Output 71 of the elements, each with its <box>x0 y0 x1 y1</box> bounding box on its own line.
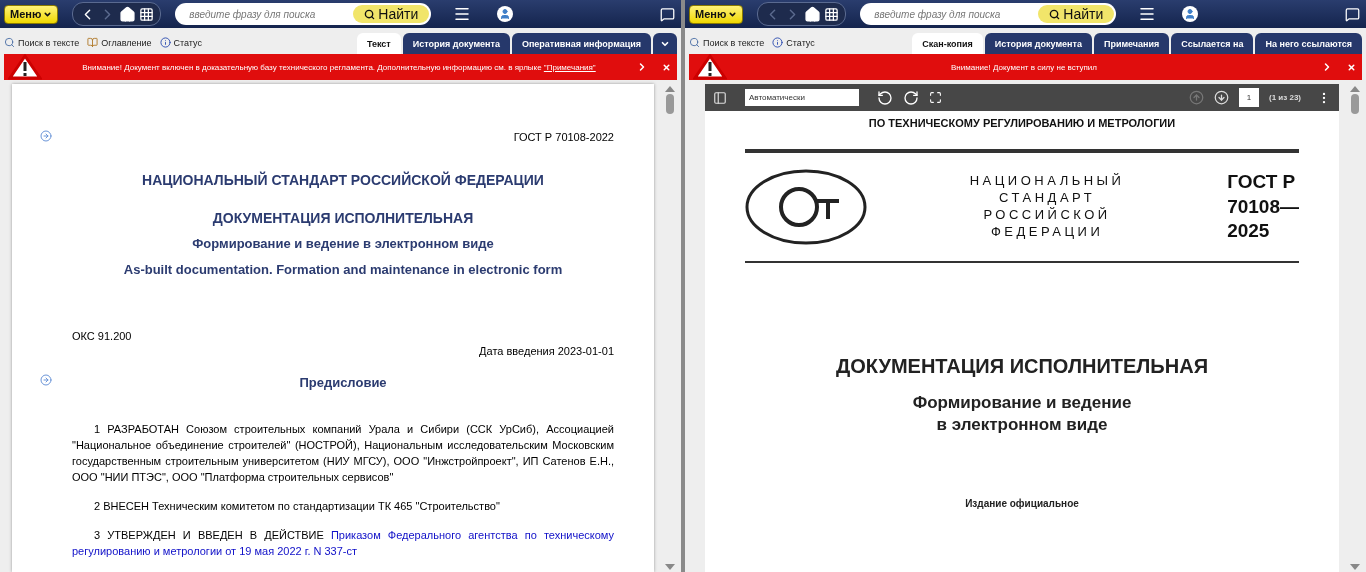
alert-link[interactable]: "Примечания" <box>543 62 596 72</box>
document-title: ДОКУМЕНТАЦИЯ ИСПОЛНИТЕЛЬНАЯ <box>212 210 474 226</box>
section-heading: Предисловие <box>299 374 387 390</box>
document-text: ОКС 91.200 <box>72 329 132 342</box>
menu-button[interactable]: Меню <box>689 4 744 24</box>
tab[interactable]: Ссылается на <box>1171 33 1254 54</box>
standard-code: ГОСТ Р 70108— 2025 <box>1227 169 1299 244</box>
chat-icon[interactable] <box>660 6 675 22</box>
more-tabs-button[interactable] <box>653 33 677 54</box>
next-page-icon[interactable] <box>1214 90 1229 105</box>
grid-icon[interactable] <box>139 6 155 22</box>
menu-icon[interactable] <box>1138 5 1157 23</box>
status-icon <box>159 37 171 48</box>
tab[interactable]: Текст <box>356 33 401 54</box>
search-field[interactable]: введите фразу для поиска Найти <box>175 3 432 25</box>
menu-icon[interactable] <box>453 5 472 23</box>
find-button[interactable]: Найти <box>1038 5 1115 23</box>
document-subtitle: Формирование и ведение в электронном виде <box>192 235 494 251</box>
search-field[interactable]: введите фразу для поиска Найти <box>860 3 1117 25</box>
find-button[interactable]: Найти <box>353 5 430 23</box>
toolbar-link[interactable]: Поиск в тексте <box>689 37 773 54</box>
menu-button[interactable]: Меню <box>4 4 59 24</box>
tab[interactable]: Оперативная информация <box>511 33 651 54</box>
user-icon[interactable] <box>497 6 514 22</box>
user-icon[interactable] <box>1182 6 1199 22</box>
tab[interactable]: На него ссылаются <box>1255 33 1362 54</box>
tab[interactable]: Примечания <box>1093 33 1170 54</box>
sidebar-toggle-icon[interactable] <box>713 90 727 105</box>
home-icon[interactable] <box>804 5 822 23</box>
tab[interactable]: История документа <box>402 33 510 54</box>
zoom-select[interactable]: Автоматически <box>745 89 859 106</box>
close-icon[interactable] <box>662 62 671 72</box>
status-icon <box>772 37 784 48</box>
warning-icon <box>8 54 42 80</box>
paragraph: 3 УТВЕРЖДЕН И ВВЕДЕН В ДЕЙСТВИЕ Приказом Федерального агентства по техническому регулированию и метрологии от 19 мая 2022 г. N 337-ст <box>72 527 614 559</box>
arrow-circle-icon[interactable] <box>40 373 52 386</box>
document-title: ДОКУМЕНТАЦИЯ ИСПОЛНИТЕЛЬНАЯ <box>835 355 1208 378</box>
tab[interactable]: История документа <box>984 33 1092 54</box>
home-icon[interactable] <box>119 5 137 23</box>
search-icon <box>4 37 15 48</box>
alert-message: Внимание! Документ в силу не вступил <box>950 62 1098 72</box>
search-icon <box>689 37 700 48</box>
document-subtitle: As-built documentation. Formation and maintenance in electronic form <box>123 261 563 277</box>
warning-icon <box>693 54 727 80</box>
alert-message: Внимание! Документ включен в доказательную базу технического регламента. Дополнительную информацию см. в ярлыке "Примечания" <box>81 62 597 72</box>
rotate-left-icon[interactable] <box>877 89 893 106</box>
fullscreen-icon[interactable] <box>929 91 942 104</box>
paragraph: 1 РАЗРАБОТАН Союзом строительных компаний Урала и Сибири (ССК УрСиб), Ассоциацией "Национальное объединение строителей" (НОСТРОЙ), Национальным исследовательским Московским государственным строительным университетом (НИУ МГСУ), ООО "Инжстройпроект", ИП Сатенов Е.Н., ООО "НИИ ПТЭС", ООО "Платформа строительных сервисов" <box>72 421 614 485</box>
toolbar-link[interactable]: Статус <box>772 37 823 54</box>
close-icon[interactable] <box>1347 62 1356 72</box>
standard-label: НАЦИОНАЛЬНЫЙ СТАНДАРТ РОССИЙСКОЙ ФЕДЕРАЦИИ <box>969 173 1125 241</box>
toolbar-link[interactable]: Оглавление <box>87 37 160 54</box>
edition-note: Издание официальное <box>965 498 1079 510</box>
document-subtitle: Формирование и ведение в электронном виде <box>912 392 1132 437</box>
toolbar-link[interactable]: Статус <box>159 37 210 54</box>
search-icon <box>1049 8 1061 20</box>
contents-icon <box>87 37 99 48</box>
search-icon <box>364 8 376 20</box>
document-title: НАЦИОНАЛЬНЫЙ СТАНДАРТ РОССИЙСКОЙ ФЕДЕРАЦИИ <box>142 172 544 189</box>
page-number-field[interactable]: 1 <box>1239 88 1259 107</box>
page-header: ПО ТЕХНИЧЕСКОМУ РЕГУЛИРОВАНИЮ И МЕТРОЛОГИИ <box>868 117 1176 129</box>
page-count: (1 из 23) <box>1269 93 1301 102</box>
toolbar-link[interactable]: Поиск в тексте <box>4 37 88 54</box>
arrow-circle-icon[interactable] <box>40 130 52 142</box>
tab[interactable]: Скан-копия <box>912 33 983 54</box>
chat-icon[interactable] <box>1345 6 1360 22</box>
rotate-right-icon[interactable] <box>903 89 919 106</box>
document-text: ГОСТ Р 70108-2022 <box>513 131 614 143</box>
grid-icon[interactable] <box>824 6 840 22</box>
document-text: Дата введения 2023-01-01 <box>479 345 614 358</box>
paragraph: 2 ВНЕСЕН Техническим комитетом по стандартизации ТК 465 "Строительство" <box>93 498 501 514</box>
